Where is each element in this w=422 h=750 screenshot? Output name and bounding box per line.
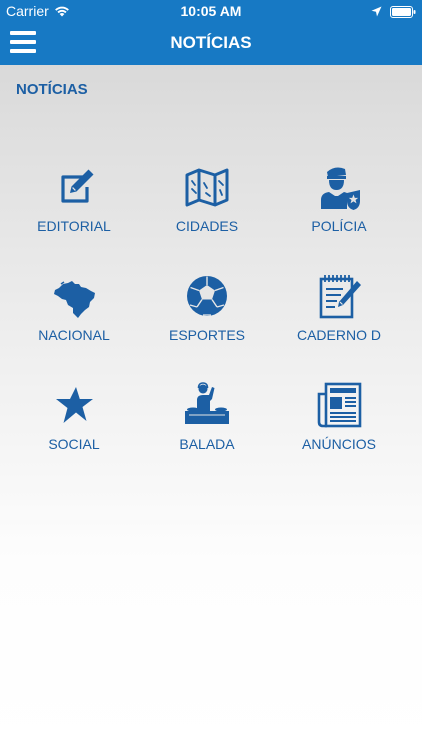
edit-icon — [50, 163, 98, 211]
map-icon — [183, 163, 231, 211]
tile-label: ESPORTES — [169, 327, 245, 343]
section-title: NOTÍCIAS — [16, 81, 88, 98]
location-arrow-icon — [371, 4, 382, 20]
battery-icon — [390, 6, 416, 18]
tile-label: SOCIAL — [48, 436, 100, 452]
star-icon — [50, 381, 98, 429]
dj-icon — [183, 381, 231, 429]
tile-anuncios[interactable]: ANÚNCIOS — [269, 381, 409, 471]
tile-editorial[interactable]: EDITORIAL — [4, 163, 144, 253]
tile-label: NACIONAL — [38, 327, 110, 343]
tile-nacional[interactable]: NACIONAL — [4, 272, 144, 362]
status-right — [371, 4, 416, 20]
notepad-pencil-icon — [315, 272, 363, 320]
soccer-ball-icon — [183, 272, 231, 320]
police-icon — [315, 163, 363, 211]
tile-social[interactable]: SOCIAL — [4, 381, 144, 471]
tile-label: CADERNO D — [296, 327, 381, 343]
tile-esportes[interactable]: ESPORTES — [137, 272, 277, 362]
status-time: 10:05 AM — [180, 3, 242, 19]
tile-caderno-d[interactable]: CADERNO D — [269, 272, 409, 362]
tile-label: ANÚNCIOS — [302, 436, 376, 452]
tile-label: CIDADES — [175, 218, 239, 234]
brazil-map-icon — [50, 272, 98, 320]
tile-label: EDITORIAL — [37, 218, 111, 234]
app-screen: Carrier 10:05 AM NOTÍCIAS NOTÍCIAS EDITO… — [0, 0, 422, 750]
navigation-bar: NOTÍCIAS — [0, 22, 422, 65]
newspaper-icon — [315, 381, 363, 429]
tile-balada[interactable]: BALADA — [137, 381, 277, 471]
status-bar: Carrier 10:05 AM — [0, 0, 422, 22]
tile-label: POLÍCIA — [311, 218, 367, 234]
nav-title: NOTÍCIAS — [170, 33, 252, 52]
tile-policia[interactable]: POLÍCIA — [269, 163, 409, 253]
tile-cidades[interactable]: CIDADES — [137, 163, 277, 253]
tile-label: BALADA — [179, 436, 235, 452]
